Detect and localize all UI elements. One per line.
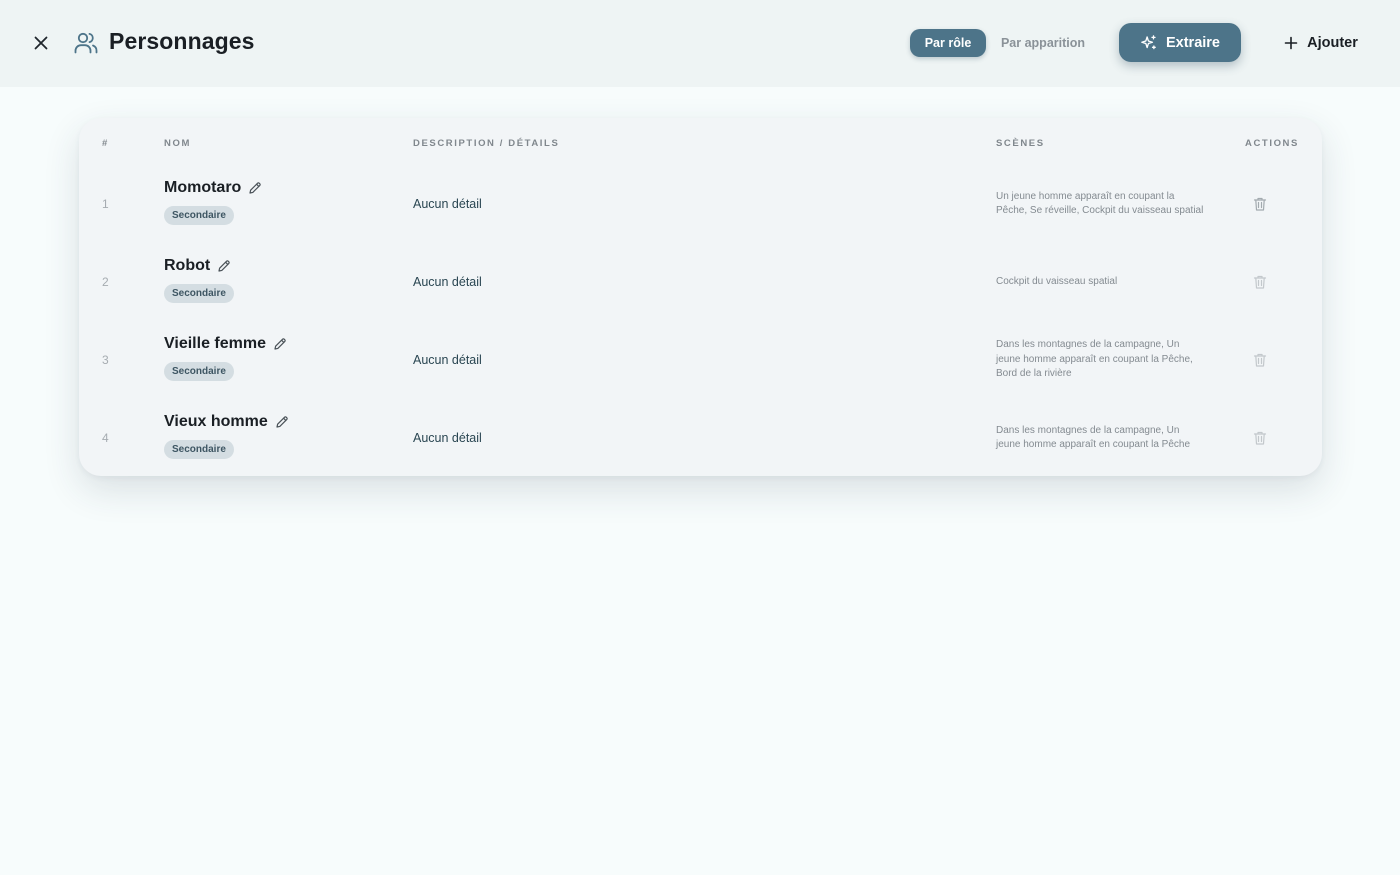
page-title: Personnages — [109, 28, 255, 54]
role-badge: Secondaire — [164, 440, 234, 459]
character-description: Aucun détail — [413, 197, 482, 211]
edit-name-button[interactable] — [275, 415, 289, 429]
role-badge: Secondaire — [164, 284, 234, 303]
table-row: 3 Vieille femme Secondaire Aucun détail … — [79, 321, 1322, 399]
character-name: Robot — [164, 257, 211, 274]
edit-name-button[interactable] — [217, 259, 231, 273]
character-name: Vieille femme — [164, 335, 266, 352]
delete-button[interactable] — [1252, 196, 1268, 212]
column-header-description: Description / Détails — [413, 138, 560, 149]
view-by-role-button[interactable]: Par rôle — [910, 29, 986, 57]
character-description: Aucun détail — [413, 275, 482, 289]
pencil-icon — [274, 338, 286, 350]
pencil-icon — [276, 416, 288, 428]
add-button[interactable]: Ajouter — [1276, 23, 1366, 62]
trash-icon — [1253, 353, 1267, 367]
plus-icon — [1284, 36, 1298, 49]
table-row: 2 Robot Secondaire Aucun détail Cockpit … — [79, 243, 1322, 321]
column-header-actions: Actions — [1245, 138, 1299, 149]
delete-button[interactable] — [1252, 430, 1268, 446]
row-number: 2 — [102, 275, 109, 289]
extract-button[interactable]: Extraire — [1119, 23, 1241, 62]
role-badge: Secondaire — [164, 206, 234, 225]
column-header-num: # — [102, 138, 109, 149]
character-scenes: Dans les montagnes de la campagne, Un je… — [996, 424, 1191, 451]
row-number: 1 — [102, 197, 109, 211]
character-description: Aucun détail — [413, 353, 482, 367]
pencil-icon — [249, 182, 262, 194]
close-icon — [34, 36, 48, 50]
trash-icon — [1253, 197, 1267, 211]
delete-button[interactable] — [1252, 352, 1268, 368]
row-number: 3 — [102, 353, 109, 367]
edit-name-button[interactable] — [273, 337, 287, 351]
role-badge: Secondaire — [164, 362, 234, 381]
edit-name-button[interactable] — [248, 181, 262, 195]
table-row: 1 Momotaro Secondaire Aucun détail Un je… — [79, 165, 1322, 243]
sparkles-icon — [1141, 34, 1156, 49]
table-row: 4 Vieux homme Secondaire Aucun détail Da… — [79, 399, 1322, 477]
character-scenes: Dans les montagnes de la campagne, Un je… — [996, 339, 1193, 380]
column-header-name: Nom — [164, 138, 191, 149]
trash-icon — [1253, 275, 1267, 289]
character-scenes: Cockpit du vaisseau spatial — [996, 275, 1118, 287]
add-button-label: Ajouter — [1307, 34, 1358, 51]
pencil-icon — [218, 260, 230, 272]
view-by-appearance-button[interactable]: Par apparition — [992, 29, 1094, 57]
character-scenes: Un jeune homme apparaît en coupant la Pê… — [996, 190, 1204, 217]
characters-table: # Nom Description / Détails Scènes Actio… — [79, 118, 1322, 476]
extract-button-label: Extraire — [1165, 34, 1220, 51]
row-number: 4 — [102, 431, 109, 445]
users-icon — [74, 32, 98, 54]
character-description: Aucun détail — [413, 431, 482, 445]
header: Personnages Par rôle Par apparition Extr… — [0, 0, 1400, 87]
column-header-scenes: Scènes — [996, 138, 1045, 149]
delete-button[interactable] — [1252, 274, 1268, 290]
close-button[interactable] — [29, 31, 53, 55]
character-name: Vieux homme — [164, 413, 268, 430]
character-name: Momotaro — [164, 179, 242, 196]
trash-icon — [1253, 431, 1267, 445]
